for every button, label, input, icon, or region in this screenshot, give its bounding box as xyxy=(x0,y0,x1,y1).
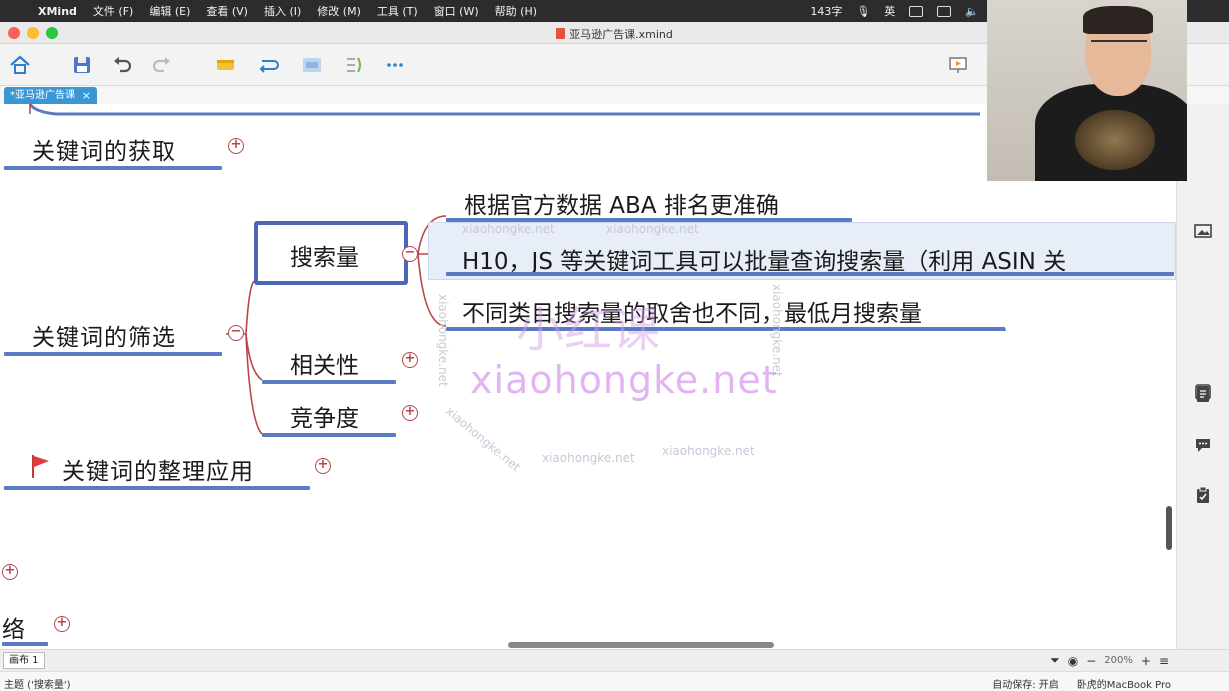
subtopic-relevance[interactable]: 相关性 xyxy=(290,346,359,380)
menu-window[interactable]: 窗口 (W) xyxy=(426,3,487,19)
zoom-level[interactable]: 200% xyxy=(1104,655,1133,666)
menubar-status: 143字 🎙 英 🔈 xyxy=(810,0,979,22)
xmind-window: XMind 文件 (F) 编辑 (E) 查看 (V) 插入 (I) 修改 (M)… xyxy=(0,0,1229,691)
topic-underline xyxy=(4,486,310,490)
topic-underline xyxy=(4,352,222,356)
window-title-text: 亚马逊广告课.xmind xyxy=(569,28,673,41)
menu-app[interactable]: XMind xyxy=(30,5,85,18)
topic-keyword-acquire[interactable]: 关键词的获取 xyxy=(32,132,176,166)
status-bar: 主题 ('搜索量') 自动保存: 开启 卧虎的MacBook Pro xyxy=(0,671,1229,691)
status-right: 自动保存: 开启 卧虎的MacBook Pro xyxy=(992,676,1171,691)
watermark-brand: 小红课 xyxy=(516,302,661,358)
watermark-text: xiaohongke.net xyxy=(542,451,635,465)
menu-modify[interactable]: 修改 (M) xyxy=(309,3,369,19)
topic-keyword-organize[interactable]: 关键词的整理应用 xyxy=(62,452,254,486)
home-icon[interactable] xyxy=(8,53,32,77)
topic-keyword-filter[interactable]: 关键词的筛选 xyxy=(32,318,176,352)
subtopic-underline xyxy=(262,380,396,384)
save-icon[interactable] xyxy=(70,53,94,77)
watermark-text: xiaohongke.net xyxy=(662,444,755,458)
presenter-hair xyxy=(1083,6,1153,34)
leaf-h10-js-tools[interactable]: H10，JS 等关键词工具可以批量查询搜索量（利用 ASIN 关 xyxy=(462,242,1066,276)
tab-document[interactable]: *亚马逊广告课 × xyxy=(4,87,97,104)
status-topic: 主题 ('搜索量') xyxy=(4,680,71,691)
redo-icon[interactable] xyxy=(150,53,174,77)
battery-icon[interactable] xyxy=(937,5,952,17)
undo-icon[interactable] xyxy=(110,53,134,77)
overlay-mask xyxy=(1004,283,1176,335)
notes-icon[interactable] xyxy=(1194,385,1212,403)
watermark-url-large: xiaohongke.net xyxy=(470,358,778,402)
subtopic-competition[interactable]: 竞争度 xyxy=(290,399,359,433)
vertical-scrollbar[interactable] xyxy=(1166,506,1172,550)
red-flag-icon xyxy=(32,455,49,478)
xmind-file-icon xyxy=(556,28,566,39)
mic-icon[interactable]: 🎙 xyxy=(856,5,870,18)
device-name: 卧虎的MacBook Pro xyxy=(1076,680,1171,691)
horizontal-scrollbar[interactable] xyxy=(508,642,774,648)
tab-label: *亚马逊广告课 xyxy=(10,90,75,101)
menu-insert[interactable]: 插入 (I) xyxy=(256,3,309,19)
subtopic-underline xyxy=(262,433,396,437)
right-sidebar xyxy=(1176,104,1229,649)
filter-icon[interactable]: ⏷ xyxy=(1050,653,1060,668)
menu-help[interactable]: 帮助 (H) xyxy=(487,3,545,19)
expand-plus-icon[interactable]: + xyxy=(315,458,331,474)
watermark-text: xiaohongke.net xyxy=(606,222,699,236)
topic-underline xyxy=(4,166,222,170)
ime-indicator[interactable]: 英 xyxy=(884,3,895,19)
expand-plus-icon[interactable]: + xyxy=(228,138,244,154)
zoom-controls: ⏷ ◉ − 200% + ≡ xyxy=(1050,653,1169,668)
image-icon[interactable] xyxy=(1194,222,1212,240)
expand-plus-icon[interactable]: + xyxy=(54,616,70,632)
task-icon[interactable] xyxy=(1194,486,1212,504)
webcam-overlay xyxy=(987,0,1187,181)
sheet-bar: 画布 1 ⏷ ◉ − 200% + ≡ xyxy=(0,649,1229,671)
collapse-minus-icon[interactable]: − xyxy=(402,246,418,262)
watermark-text: xiaohongke.net xyxy=(462,222,555,236)
relationship-icon[interactable] xyxy=(258,53,282,77)
topic-style-icon[interactable] xyxy=(214,53,238,77)
expand-plus-icon[interactable]: + xyxy=(2,564,18,580)
eye-icon[interactable]: ◉ xyxy=(1068,654,1078,668)
menu-lines-icon[interactable]: ≡ xyxy=(1159,654,1169,668)
topic-partial[interactable]: 络 xyxy=(2,610,26,644)
autosave-status[interactable]: 自动保存: 开启 xyxy=(992,676,1059,691)
boundary-icon[interactable] xyxy=(342,53,366,77)
collapse-minus-icon[interactable]: − xyxy=(228,325,244,341)
menu-tools[interactable]: 工具 (T) xyxy=(369,3,426,19)
zoom-in-button[interactable]: + xyxy=(1141,654,1151,668)
volume-icon[interactable]: 🔈 xyxy=(965,5,979,18)
menu-file[interactable]: 文件 (F) xyxy=(85,3,141,19)
expand-plus-icon[interactable]: + xyxy=(402,405,418,421)
close-tab-icon[interactable]: × xyxy=(82,87,91,104)
expand-plus-icon[interactable]: + xyxy=(402,352,418,368)
word-count: 143字 xyxy=(810,5,843,18)
presenter-glasses xyxy=(1091,40,1147,52)
sheet-tab[interactable]: 画布 1 xyxy=(3,652,45,669)
shirt-print xyxy=(1075,110,1155,170)
topic-underline xyxy=(2,642,48,646)
menu-view[interactable]: 查看 (V) xyxy=(198,3,256,19)
summary-icon[interactable] xyxy=(300,53,324,77)
presentation-icon[interactable] xyxy=(946,53,970,77)
leaf-aba-ranking[interactable]: 根据官方数据 ABA 排名更准确 xyxy=(464,186,779,220)
menu-edit[interactable]: 编辑 (E) xyxy=(141,3,198,19)
wechat-icon[interactable] xyxy=(909,5,924,17)
zoom-out-button[interactable]: − xyxy=(1086,654,1096,668)
watermark-text: xiaohongke.net xyxy=(436,294,450,387)
mindmap-canvas[interactable]: 关键词的获取 + 根据官方数据 ABA 排名更准确 H10，JS 等关键词工具可… xyxy=(0,104,1176,649)
comment-icon[interactable] xyxy=(1194,436,1212,454)
subtopic-search-volume[interactable]: 搜索量 xyxy=(290,238,359,272)
more-icon[interactable] xyxy=(384,53,408,77)
leaf-underline xyxy=(446,272,1174,276)
